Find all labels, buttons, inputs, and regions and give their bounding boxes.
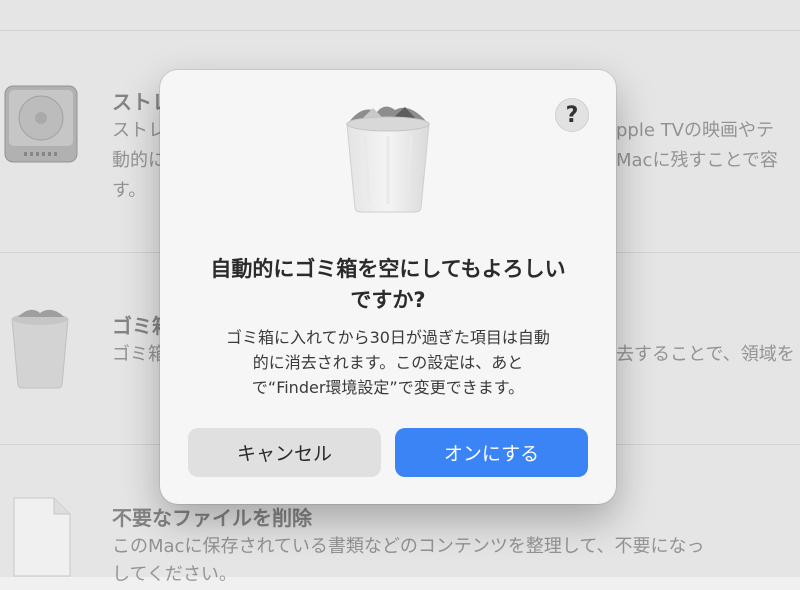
dialog-title: 自動的にゴミ箱を空にしてもよろしい ですか? xyxy=(190,254,586,316)
dialog-title-line: 自動的にゴミ箱を空にしてもよろしい xyxy=(210,257,566,281)
help-button[interactable]: ? xyxy=(555,98,589,132)
empty-trash-dialog: ? 自動的にゴミ箱を空にしてもよろしい ですか? ゴミ箱に入れてから30日が過ぎ… xyxy=(160,70,616,504)
dialog-message-line: で“Finder環境設定”で変更できます。 xyxy=(251,378,525,397)
dialog-message: ゴミ箱に入れてから30日が過ぎた項目は自動 的に消去されます。この設定は、あと … xyxy=(196,325,580,400)
help-icon: ? xyxy=(565,102,579,128)
turn-on-button[interactable]: オンにする xyxy=(395,428,588,477)
dialog-message-line: 的に消去されます。この設定は、あと xyxy=(252,353,524,372)
dialog-message-line: ゴミ箱に入れてから30日が過ぎた項目は自動 xyxy=(226,328,550,347)
trash-full-icon xyxy=(346,106,430,213)
dialog-title-line: ですか? xyxy=(350,288,426,312)
cancel-button[interactable]: キャンセル xyxy=(188,428,381,477)
